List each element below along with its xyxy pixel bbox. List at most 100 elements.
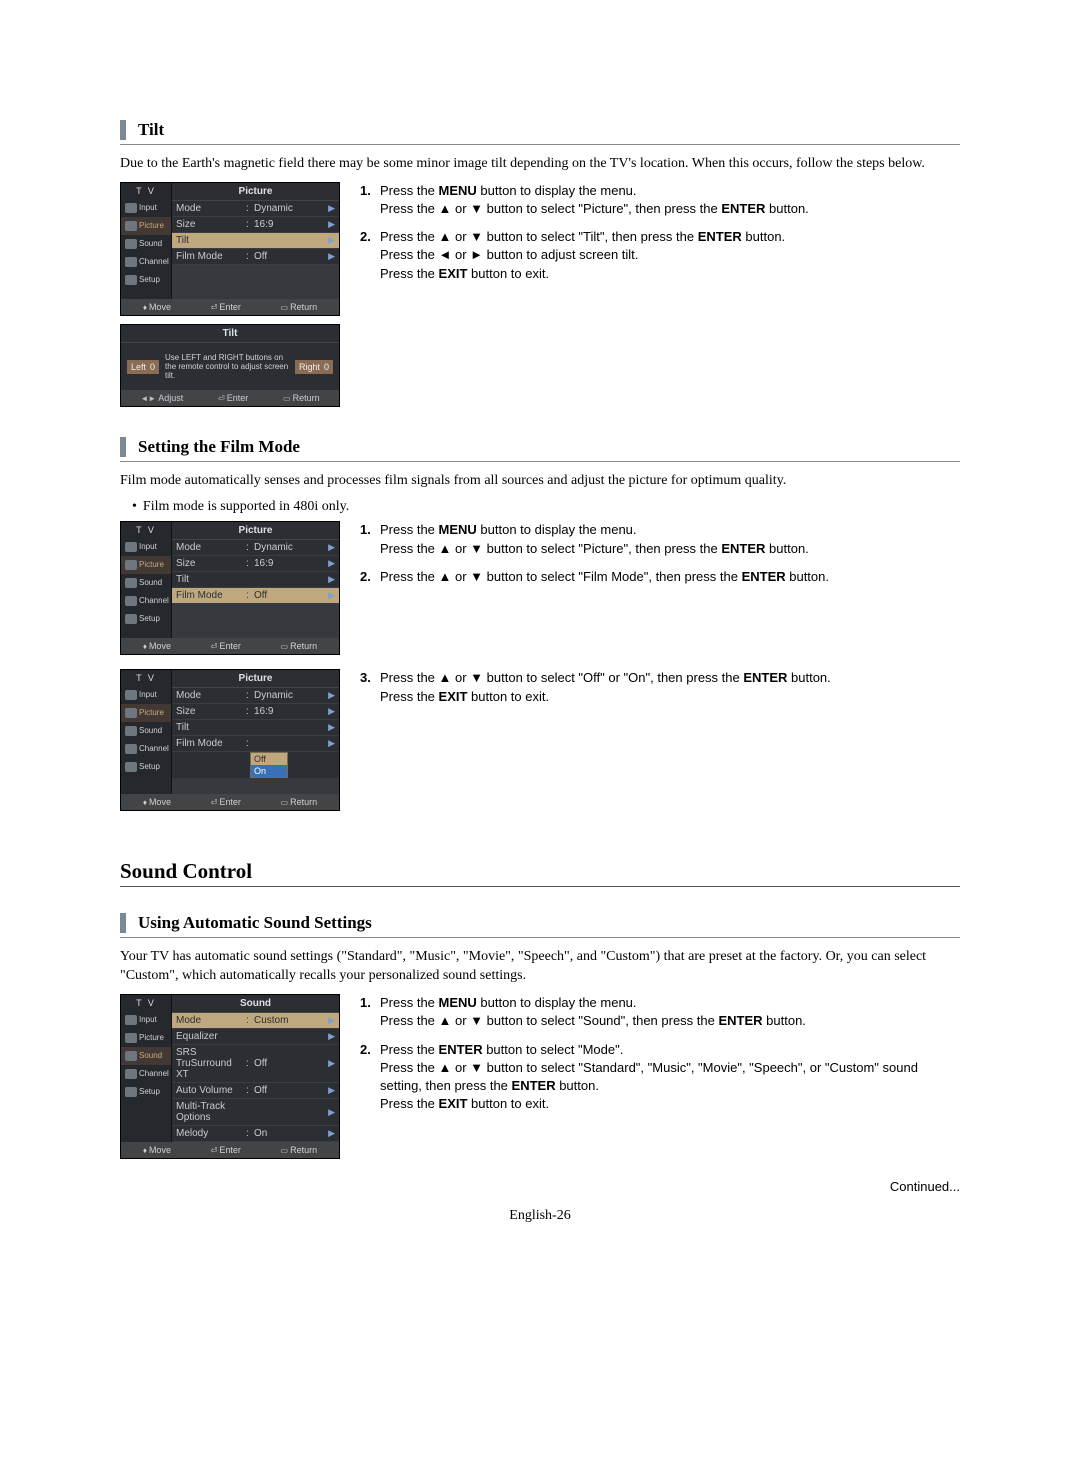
osd-row: Tilt▶ <box>172 572 339 588</box>
osd-row: SRS TruSurround XT:Off▶ <box>172 1045 339 1083</box>
chevron-right-icon: ▶ <box>328 738 335 749</box>
osd-sidebar: T V Input Picture Sound Channel Setup <box>121 522 172 638</box>
sound-icon <box>125 1051 137 1061</box>
picture-icon <box>125 221 137 231</box>
channel-icon <box>125 744 137 754</box>
step-number: 3. <box>360 669 380 705</box>
enter-icon: ⏎ <box>211 798 218 807</box>
return-icon: ▭ <box>281 1146 289 1155</box>
osd-row: Size:16:9▶ <box>172 704 339 720</box>
input-icon <box>125 542 137 552</box>
bullet-icon: • <box>132 499 137 515</box>
osd-row-value: Off <box>254 251 328 262</box>
chevron-right-icon: ▶ <box>328 590 335 601</box>
divider <box>120 144 960 145</box>
step-number: 1. <box>360 182 380 218</box>
osd-row: Equalizer ▶ <box>172 1029 339 1045</box>
step-number: 2. <box>360 568 380 586</box>
step-line: Press the ▲ or ▼ button to select "Tilt"… <box>380 228 785 246</box>
osd-row-value: Dynamic <box>254 542 328 553</box>
chevron-right-icon: ▶ <box>328 1015 335 1026</box>
input-icon <box>125 1015 137 1025</box>
osd-row-label: Size <box>176 706 246 717</box>
autosound-heading: Using Automatic Sound Settings <box>138 913 372 933</box>
osd-row-value: 16:9 <box>254 706 328 717</box>
osd-row-label: Mode <box>176 203 246 214</box>
chevron-right-icon: ▶ <box>328 706 335 717</box>
osd-side-setup: Setup <box>121 271 171 289</box>
osd-row-label: Equalizer <box>176 1031 246 1042</box>
osd-side-channel: Channel <box>121 253 171 271</box>
autosound-content: T V Input Picture Sound Channel Setup So… <box>120 994 960 1167</box>
osd-picture-filmmode: T V Input Picture Sound Channel Setup Pi… <box>120 521 340 655</box>
step-line: Press the MENU button to display the men… <box>380 182 809 200</box>
autosound-heading-bar: Using Automatic Sound Settings <box>120 913 960 933</box>
sound-icon <box>125 726 137 736</box>
page-number: English-26 <box>120 1208 960 1224</box>
osd-row-label: Tilt <box>176 722 246 733</box>
return-icon: ▭ <box>281 303 289 312</box>
filmmode-steps-top: 1.Press the MENU button to display the m… <box>360 521 960 663</box>
tilt-osd-footer: ◄►Adjust ⏎Enter ▭Return <box>121 390 339 406</box>
step-line: Press the ▲ or ▼ button to select "Off" … <box>380 669 831 687</box>
sound-icon <box>125 578 137 588</box>
osd-option: On <box>251 765 287 777</box>
filmmode-bullet: • Film mode is supported in 480i only. <box>120 499 960 515</box>
step: 1.Press the MENU button to display the m… <box>360 182 960 218</box>
chevron-right-icon: ▶ <box>328 1031 335 1042</box>
osd-sound-mode: T V Input Picture Sound Channel Setup So… <box>120 994 340 1159</box>
filmmode-screenshot-2: T V Input Picture Sound Channel Setup Pi… <box>120 669 340 819</box>
osd-row: Tilt▶ <box>172 233 339 249</box>
step-line: Press the ▲ or ▼ button to select "Film … <box>380 568 829 586</box>
osd-row-label: Mode <box>176 690 246 701</box>
filmmode-heading-bar: Setting the Film Mode <box>120 437 960 457</box>
heading-accent <box>120 913 126 933</box>
osd-row-label: Mode <box>176 1015 246 1026</box>
chevron-right-icon: ▶ <box>328 1128 335 1139</box>
osd-row-label: Size <box>176 558 246 569</box>
step-line: Press the EXIT button to exit. <box>380 688 831 706</box>
osd-row: Mode:Dynamic▶ <box>172 688 339 704</box>
tilt-right-box: Right0 <box>295 360 333 374</box>
osd-row-label: Film Mode <box>176 738 246 749</box>
osd-row: Mode:Custom▶ <box>172 1013 339 1029</box>
step: 2.Press the ▲ or ▼ button to select "Til… <box>360 228 960 283</box>
osd-picture-tilt: T V Input Picture Sound Channel Setup Pi… <box>120 182 340 316</box>
osd-row-label: Film Mode <box>176 251 246 262</box>
heading-accent <box>120 120 126 140</box>
osd-row-value: 16:9 <box>254 558 328 569</box>
osd-side-picture: Picture <box>121 217 171 235</box>
osd-row: Auto Volume:Off▶ <box>172 1083 339 1099</box>
move-icon: ♦ <box>143 303 147 312</box>
step: 2.Press the ENTER button to select "Mode… <box>360 1041 960 1114</box>
step-line: Press the ▲ or ▼ button to select "Stand… <box>380 1059 960 1095</box>
osd-row-label: Auto Volume <box>176 1085 246 1096</box>
step-line: Press the MENU button to display the men… <box>380 994 806 1012</box>
step-line: Press the EXIT button to exit. <box>380 1095 960 1113</box>
move-icon: ♦ <box>143 642 147 651</box>
heading-accent <box>120 437 126 457</box>
filmmode-content-top: T V Input Picture Sound Channel Setup Pi… <box>120 521 960 663</box>
chevron-right-icon: ▶ <box>328 219 335 230</box>
filmmode-bullet-text: Film mode is supported in 480i only. <box>143 499 349 515</box>
step-number: 1. <box>360 994 380 1030</box>
osd-row-label: Melody <box>176 1128 246 1139</box>
picture-icon <box>125 1033 137 1043</box>
osd-rows-picture2: Mode:Dynamic▶Size:16:9▶Tilt▶Film Mode:Of… <box>172 540 339 604</box>
osd-row: Size:16:9▶ <box>172 556 339 572</box>
osd-row-value: Off <box>254 1058 328 1069</box>
continued-label: Continued... <box>120 1179 960 1194</box>
step: 1.Press the MENU button to display the m… <box>360 994 960 1030</box>
step-number: 2. <box>360 228 380 283</box>
step-number: 1. <box>360 521 380 557</box>
chevron-right-icon: ▶ <box>328 558 335 569</box>
tilt-intro: Due to the Earth's magnetic field there … <box>120 155 960 174</box>
tilt-screenshots: T V Input Picture Sound Channel Setup Pi… <box>120 182 340 408</box>
osd-row-value: 16:9 <box>254 219 328 230</box>
osd-row-value: On <box>254 1128 328 1139</box>
divider <box>120 461 960 462</box>
return-icon: ▭ <box>283 394 291 403</box>
setup-icon <box>125 762 137 772</box>
filmmode-steps-bottom: 3.Press the ▲ or ▼ button to select "Off… <box>360 669 960 819</box>
sound-control-heading: Sound Control <box>120 859 960 884</box>
